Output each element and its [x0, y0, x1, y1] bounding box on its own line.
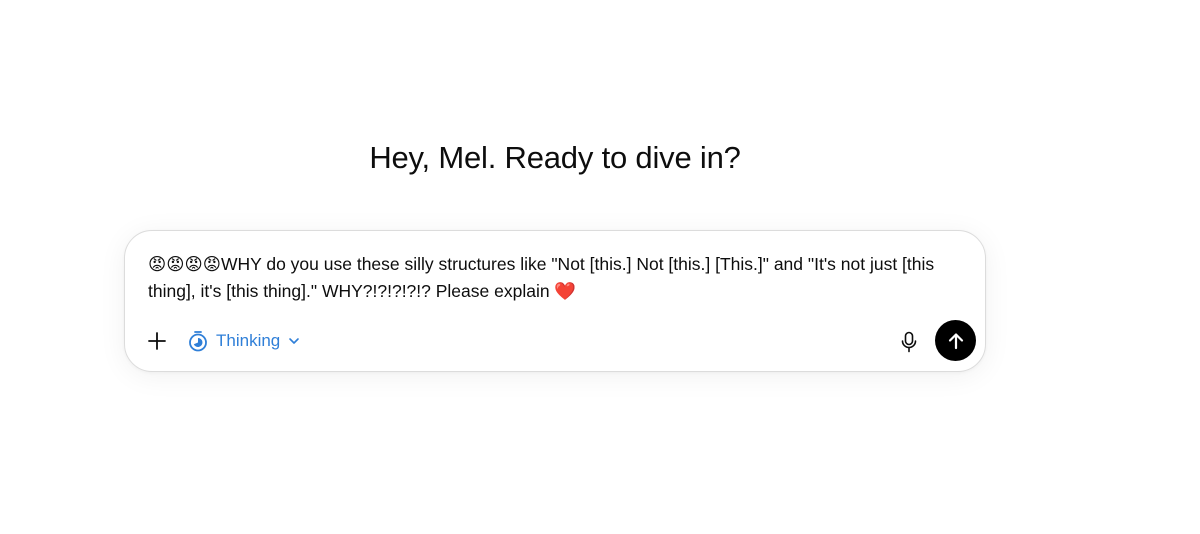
voice-input-button[interactable]: [896, 329, 922, 355]
timer-icon: [189, 331, 207, 352]
add-attachment-button[interactable]: [143, 327, 171, 355]
chevron-down-icon: [289, 338, 300, 344]
plus-icon: [148, 332, 166, 350]
greeting-heading: Hey, Mel. Ready to dive in?: [369, 140, 741, 175]
thinking-mode-button[interactable]: Thinking: [187, 329, 301, 353]
thinking-mode-label: Thinking: [216, 331, 281, 350]
message-input[interactable]: 😡😡😡😡WHY do you use these silly structure…: [148, 251, 963, 304]
arrow-up-icon: [948, 332, 963, 349]
microphone-icon: [901, 331, 917, 353]
send-button[interactable]: [935, 320, 976, 361]
message-composer[interactable]: 😡😡😡😡WHY do you use these silly structure…: [124, 230, 986, 372]
